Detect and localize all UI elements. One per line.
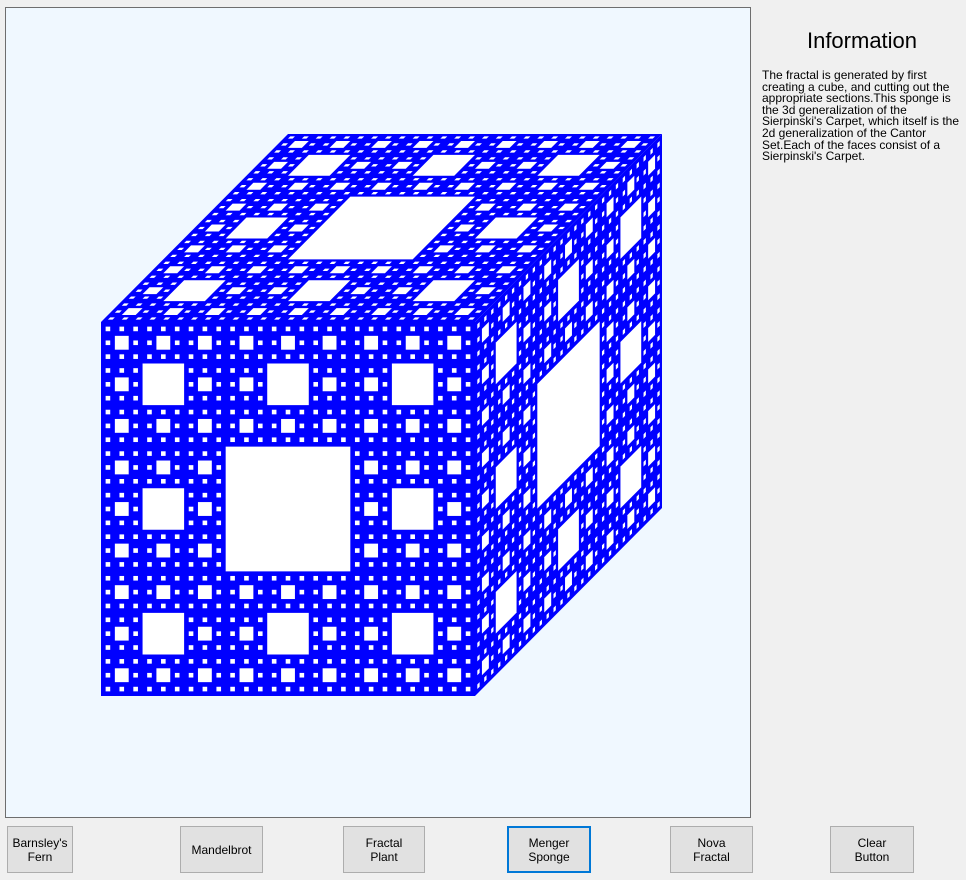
fractal-plant-button[interactable]: Fractal Plant (343, 826, 425, 873)
menger-sponge-button[interactable]: Menger Sponge (507, 826, 591, 873)
barnsleys-fern-button[interactable]: Barnsley's Fern (7, 826, 73, 873)
menger-sponge-drawing (101, 134, 662, 696)
info-title: Information (806, 28, 918, 53)
nova-fractal-button[interactable]: Nova Fractal (670, 826, 753, 873)
info-text: The fractal is generated by first creati… (762, 68, 960, 164)
mandelbrot-button[interactable]: Mandelbrot (180, 826, 263, 873)
clear-button[interactable]: Clear Button (830, 826, 914, 873)
fractal-canvas (5, 7, 751, 818)
